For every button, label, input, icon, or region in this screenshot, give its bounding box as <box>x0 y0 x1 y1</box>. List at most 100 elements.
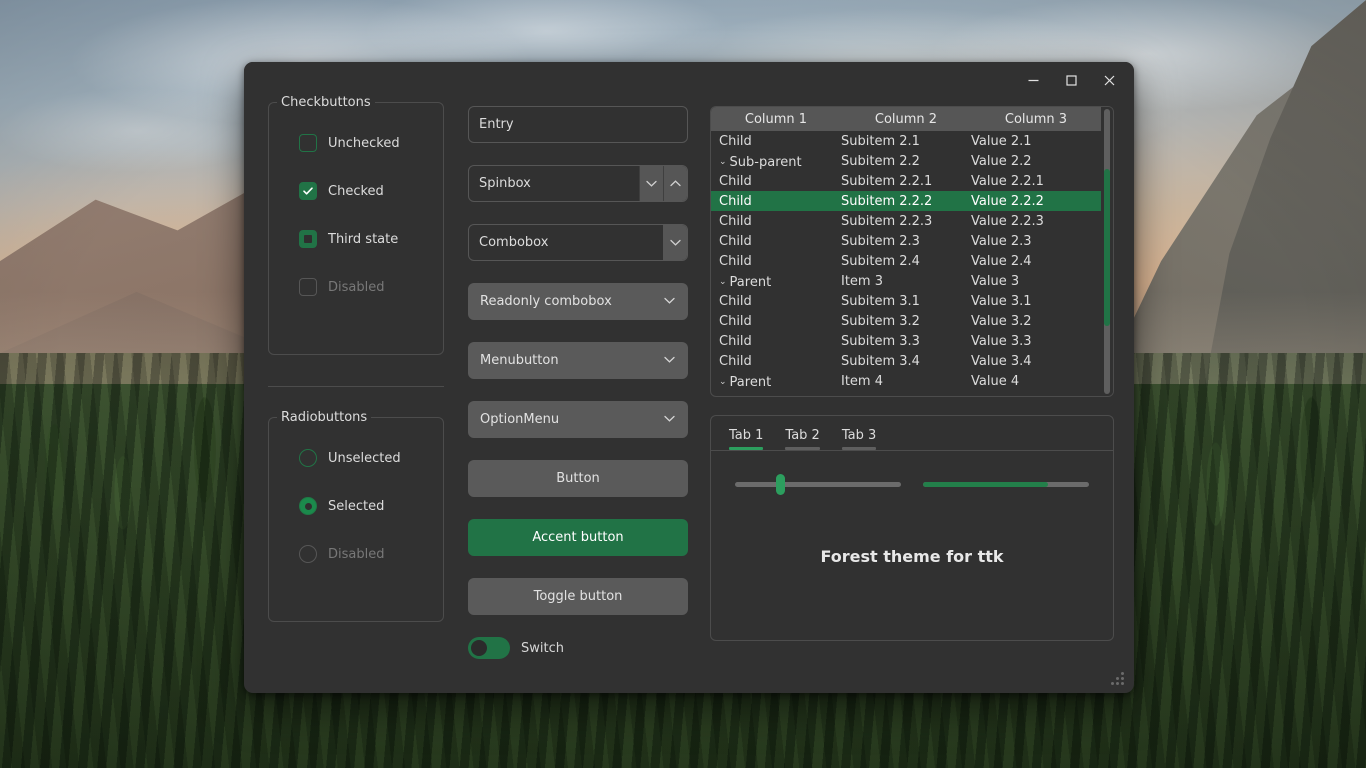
table-row[interactable]: Child Subitem 3.1 Value 3.1 <box>711 291 1101 311</box>
treeview-cell-column-3: Value 2.4 <box>971 253 1032 269</box>
treeview-cell-column-1: Child <box>711 191 841 211</box>
chevron-down-icon[interactable]: ⌄ <box>719 377 727 387</box>
column-header-2[interactable]: Column 2 <box>841 107 971 131</box>
tab-indicator <box>785 447 820 450</box>
tab-indicator <box>841 447 877 450</box>
scrollbar-thumb[interactable] <box>1104 168 1110 326</box>
tab-3[interactable]: Tab 3 <box>834 426 884 450</box>
checkbox-unchecked-icon[interactable] <box>299 134 317 152</box>
scale-slider[interactable] <box>735 473 901 495</box>
treeview-cell-column-3: Value 2.2.1 <box>971 173 1044 189</box>
notebook-heading: Forest theme for ttk <box>820 547 1004 566</box>
combobox[interactable]: Combobox <box>468 224 688 261</box>
treeview-vertical-scrollbar[interactable] <box>1101 107 1113 396</box>
table-row[interactable]: ⌄ Parent Item 3 Value 3 <box>711 271 1101 291</box>
treeview-cell-column-3: Value 2.2 <box>971 153 1032 169</box>
treeview-item-label: Child <box>719 313 752 329</box>
radio-unselected-icon[interactable] <box>299 449 317 467</box>
switch-toggle[interactable] <box>468 637 510 659</box>
treeview-cell-column-2: Subitem 3.4 <box>841 353 920 369</box>
application-window: Checkbuttons Unchecked Checked Third sta… <box>244 62 1134 693</box>
tab-1[interactable]: Tab 1 <box>721 426 771 450</box>
minimize-button[interactable] <box>1014 66 1052 94</box>
scale-track[interactable] <box>735 481 901 487</box>
table-row[interactable]: Child Subitem 2.3 Value 2.3 <box>711 231 1101 251</box>
table-row[interactable]: Child Subitem 2.2.2 Value 2.2.2 <box>711 191 1101 211</box>
grip-dot <box>1121 672 1124 675</box>
resize-grip[interactable] <box>1111 670 1127 686</box>
radio-disabled-icon <box>299 545 317 563</box>
treeview-item-label: Child <box>719 213 752 229</box>
table-row[interactable]: Child Subitem 2.2.3 Value 2.2.3 <box>711 211 1101 231</box>
optionmenu-value: OptionMenu <box>480 412 560 427</box>
checkbutton-unchecked[interactable]: Unchecked <box>279 119 433 167</box>
treeview-cell-column-1: Child <box>711 331 841 351</box>
treeview-header-row: Column 1 Column 2 Column 3 <box>711 107 1101 131</box>
column-header-1[interactable]: Column 1 <box>711 107 841 131</box>
table-row[interactable]: ⌄ Parent Item 4 Value 4 <box>711 371 1101 391</box>
treeview-cell-column-2: Subitem 3.1 <box>841 293 920 309</box>
treeview-item-label: Child <box>719 193 752 209</box>
treeview-cell-column-3: Value 3.4 <box>971 353 1032 369</box>
close-button[interactable] <box>1090 66 1128 94</box>
tab-label: Tab 1 <box>729 428 764 443</box>
progressbar-fill <box>923 481 1048 487</box>
chevron-down-icon[interactable] <box>639 166 663 201</box>
maximize-button[interactable] <box>1052 66 1090 94</box>
radiobuttons-group: Radiobuttons Unselected Selected Disable… <box>268 410 444 622</box>
switch-row[interactable]: Switch <box>468 637 688 659</box>
radiobutton-label: Unselected <box>328 450 401 466</box>
treeview-cell-column-3: Value 2.1 <box>971 133 1032 149</box>
table-row[interactable]: Child Subitem 3.2 Value 3.2 <box>711 311 1101 331</box>
treeview-cell-column-3: Value 2.2.2 <box>971 191 1101 211</box>
table-row[interactable]: Child Subitem 2.2.1 Value 2.2.1 <box>711 171 1101 191</box>
menubutton[interactable]: Menubutton <box>468 342 688 379</box>
toggle-button[interactable]: Toggle button <box>468 578 688 615</box>
left-column: Checkbuttons Unchecked Checked Third sta… <box>268 95 444 693</box>
button[interactable]: Button <box>468 460 688 497</box>
radiobuttons-group-title: Radiobuttons <box>277 410 372 425</box>
table-row[interactable]: Child Subitem 3.3 Value 3.3 <box>711 331 1101 351</box>
spinbox-value[interactable]: Spinbox <box>469 166 639 201</box>
radio-selected-icon[interactable] <box>299 497 317 515</box>
chevron-down-icon <box>663 353 676 368</box>
chevron-down-icon[interactable] <box>663 225 687 260</box>
table-row[interactable]: Child Subitem 2.4 Value 2.4 <box>711 251 1101 271</box>
treeview-cell-column-2: Subitem 2.3 <box>841 233 920 249</box>
treeview-item-label: Child <box>719 353 752 369</box>
checkbox-third-state-icon[interactable] <box>299 230 317 248</box>
chevron-up-icon[interactable] <box>663 166 687 201</box>
checkbuttons-group-title: Checkbuttons <box>277 95 375 110</box>
readonly-combobox[interactable]: Readonly combobox <box>468 283 688 320</box>
window-titlebar[interactable] <box>244 62 1134 98</box>
table-row[interactable]: Child Subitem 3.4 Value 3.4 <box>711 351 1101 371</box>
grip-dot <box>1111 682 1114 685</box>
accent-button[interactable]: Accent button <box>468 519 688 556</box>
radiobutton-unselected[interactable]: Unselected <box>279 434 433 482</box>
chevron-down-icon[interactable]: ⌄ <box>719 277 727 287</box>
menubutton-value: Menubutton <box>480 353 559 368</box>
checkbutton-checked[interactable]: Checked <box>279 167 433 215</box>
spinbox[interactable]: Spinbox <box>468 165 688 202</box>
checkbutton-third-state[interactable]: Third state <box>279 215 433 263</box>
scale-thumb[interactable] <box>775 474 785 495</box>
chevron-down-icon[interactable]: ⌄ <box>719 157 727 167</box>
entry-input[interactable]: Entry <box>468 106 688 143</box>
optionmenu[interactable]: OptionMenu <box>468 401 688 438</box>
checkbox-checked-icon[interactable] <box>299 182 317 200</box>
tab-2[interactable]: Tab 2 <box>777 426 827 450</box>
column-header-3[interactable]: Column 3 <box>971 107 1101 131</box>
checkbox-disabled-icon <box>299 278 317 296</box>
radiobutton-selected[interactable]: Selected <box>279 482 433 530</box>
treeview-cell-column-2: Subitem 2.2.1 <box>841 173 933 189</box>
grip-dot <box>1116 677 1119 680</box>
readonly-combobox-value: Readonly combobox <box>480 294 612 309</box>
window-content: Checkbuttons Unchecked Checked Third sta… <box>244 95 1134 693</box>
switch-label: Switch <box>521 640 564 656</box>
table-row[interactable]: ⌄ Sub-parent Subitem 2.2 Value 2.2 <box>711 151 1101 171</box>
treeview-item-label: Parent <box>729 274 772 290</box>
combobox-value[interactable]: Combobox <box>469 225 663 260</box>
table-row[interactable]: Child Subitem 2.1 Value 2.1 <box>711 131 1101 151</box>
scrollbar-trough[interactable] <box>1104 109 1110 394</box>
tab-label: Tab 2 <box>785 428 820 443</box>
